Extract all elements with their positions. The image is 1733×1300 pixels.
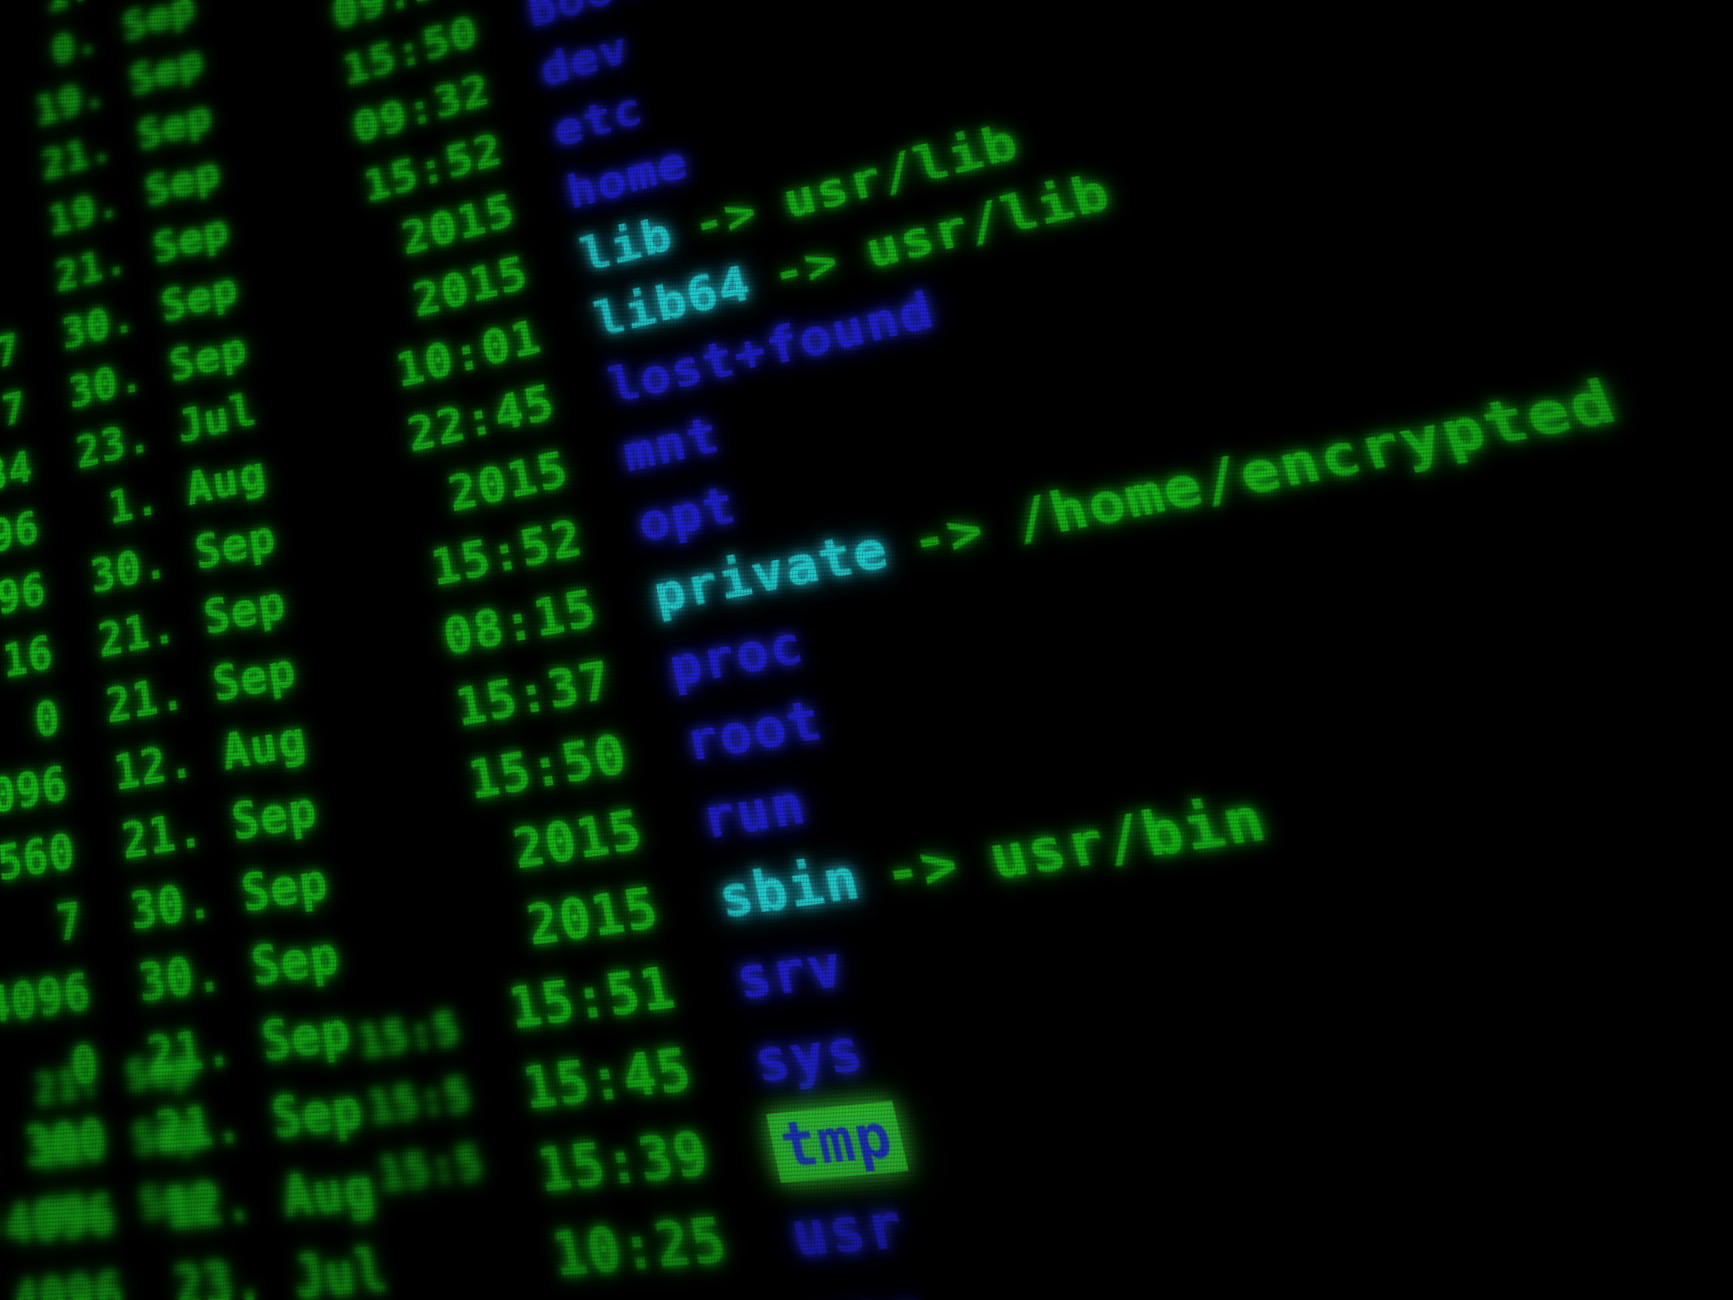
file-name-cell [474,1102,525,1109]
file-name-cell [462,1035,512,1042]
file-name[interactable]: root [680,690,829,774]
file-name-cell: usr [717,1181,914,1285]
file-name[interactable]: usr [785,1191,912,1272]
file-name[interactable]: run [696,773,812,852]
file-name-cell [485,1171,537,1177]
file-name[interactable]: var [804,1281,934,1300]
modified-day: 21. [43,1181,117,1242]
file-name[interactable]: opt [633,477,742,554]
file-name[interactable]: mnt [618,407,725,483]
file-name[interactable]: sbin [713,847,867,931]
terminal-screen: Sep15:531.Sep15:53.0.Sep2015..19.Sep09:3… [0,0,1733,1300]
perspective-stage: Sep15:531.Sep15:53.0.Sep2015..19.Sep09:3… [0,0,1733,1300]
